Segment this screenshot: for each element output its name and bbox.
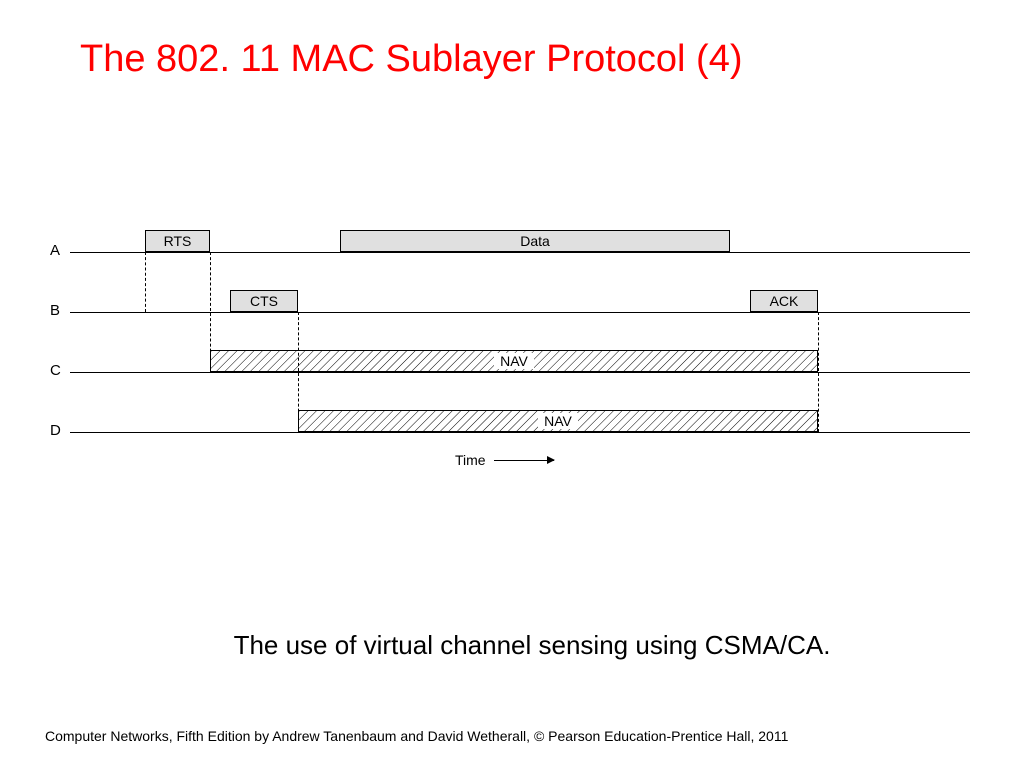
timeline-C (70, 372, 970, 373)
packet-data-label: Data (520, 233, 550, 249)
packet-ack: ACK (750, 290, 818, 312)
time-label: Time (455, 452, 486, 468)
dashed-guide (210, 252, 211, 372)
nav-label-D: NAV (538, 413, 578, 429)
packet-cts-label: CTS (250, 293, 278, 309)
row-label-A: A (50, 242, 60, 259)
packet-rts-label: RTS (164, 233, 192, 249)
slide-title: The 802. 11 MAC Sublayer Protocol (4) (80, 38, 984, 81)
nav-label-C: NAV (494, 353, 534, 369)
figure-caption: The use of virtual channel sensing using… (100, 630, 964, 661)
time-axis-caption: Time (455, 452, 554, 468)
arrow-right-icon (494, 460, 554, 461)
row-label-C: C (50, 362, 61, 379)
packet-ack-label: ACK (770, 293, 799, 309)
dashed-guide (298, 312, 299, 432)
footer-attribution: Computer Networks, Fifth Edition by Andr… (45, 728, 979, 744)
packet-data: Data (340, 230, 730, 252)
packet-cts: CTS (230, 290, 298, 312)
packet-rts: RTS (145, 230, 210, 252)
nav-box-C: NAV (210, 350, 818, 372)
dashed-guide (818, 312, 819, 432)
timing-diagram: A RTS Data B CTS ACK C NAV D NAV Ti (50, 220, 970, 490)
row-label-D: D (50, 422, 61, 439)
timeline-B (70, 312, 970, 313)
timeline-D (70, 432, 970, 433)
dashed-guide (145, 252, 146, 312)
timeline-A (70, 252, 970, 253)
nav-box-D: NAV (298, 410, 818, 432)
row-label-B: B (50, 302, 60, 319)
